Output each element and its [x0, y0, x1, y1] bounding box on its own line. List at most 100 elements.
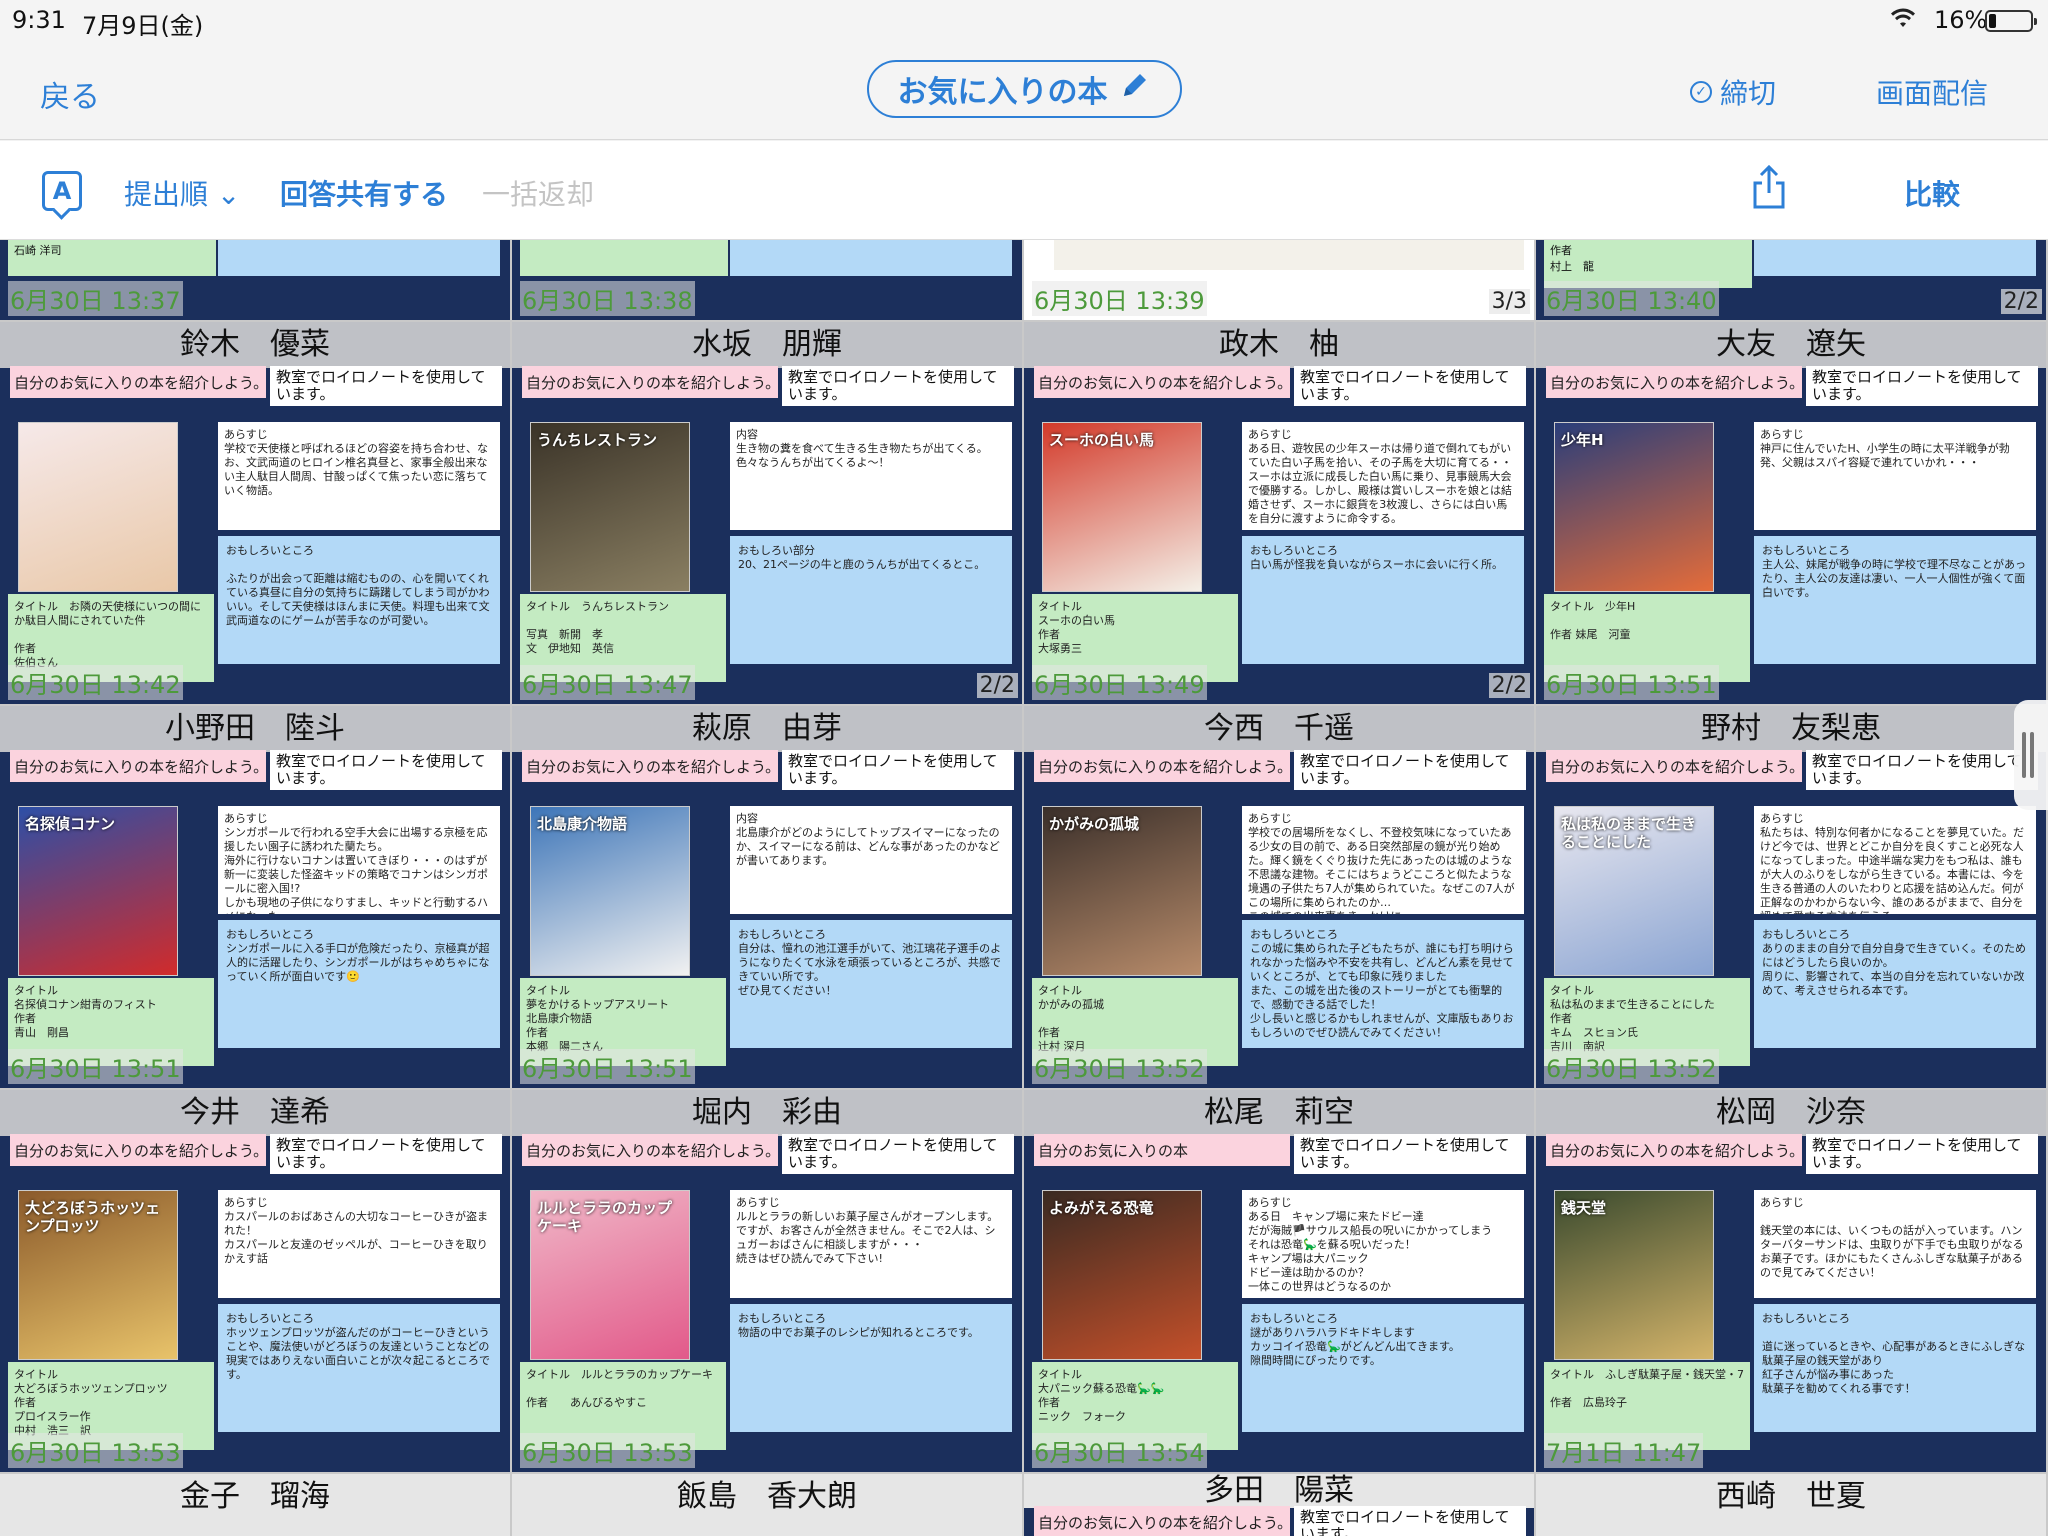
interesting-card: おもしろいところ ありのままの自分で自分自身で生きていく。そのためにはどうしたら… — [1754, 920, 2036, 1048]
prompt-card: 自分のお気に入りの本を紹介しよう。 — [522, 1134, 778, 1166]
submission-card[interactable]: 松岡 沙奈 自分のお気に入りの本を紹介しよう。 教室でロイロノートを使用しています。… — [1536, 1090, 2046, 1472]
submission-card[interactable]: 野村 友梨恵 自分のお気に入りの本を紹介しよう。 教室でロイロノートを使用しています… — [1536, 706, 2046, 1088]
submission-card-partial[interactable]: 6月30日 13:39 3/3 — [1024, 240, 1534, 320]
book-cover-image: うんちレストラン — [530, 422, 690, 592]
book-cover-image: 少年H — [1554, 422, 1714, 592]
student-name: 水坂 朋輝 — [512, 322, 1022, 368]
interesting-card: おもしろいところ 自分は、憧れの池江選手がいて、池江璃花子選手のようになりたくて… — [730, 920, 1012, 1048]
deadline-button[interactable]: ✓ 締切 — [1690, 72, 1776, 112]
prompt-card: 自分のお気に入りの本を紹介しよう。 — [522, 366, 778, 398]
book-cover-title: 北島康介物語 — [537, 815, 628, 833]
submission-grid: 石崎 洋司 6月30日 13:37 6月30日 13:38 6月30日 13:3… — [0, 240, 2048, 1536]
prompt-card: 自分のお気に入りの本を紹介しよう。 — [522, 750, 778, 782]
deadline-label: 締切 — [1720, 77, 1777, 110]
submission-card-partial[interactable]: 多田 陽菜 自分のお気に入りの本を紹介しよう。 教室でロイロノートを使用していま… — [1024, 1474, 1534, 1536]
submission-timestamp: 6月30日 13:51 — [8, 1049, 183, 1084]
submission-card-partial[interactable]: 6月30日 13:38 — [512, 240, 1022, 320]
book-cover-title: 少年H — [1561, 431, 1604, 449]
prompt-card: 自分のお気に入りの本を紹介しよう。 — [1546, 750, 1802, 782]
note-card: 教室でロイロノートを使用しています。 — [1806, 1134, 2038, 1174]
toolbar: A 提出順 ⌄ 回答共有する 一括返却 比較 — [0, 141, 2048, 240]
submission-timestamp: 6月30日 13:51 — [520, 1049, 695, 1084]
title-card: 石崎 洋司 — [8, 240, 216, 276]
interesting-card: おもしろいところ ふたりが出会って距離は縮むものの、心を開いてくれている真昼に自… — [218, 536, 500, 664]
text-format-icon[interactable]: A — [42, 171, 82, 211]
submission-card-partial[interactable]: 西崎 世夏 — [1536, 1474, 2046, 1536]
note-card: 教室でロイロノートを使用しています。 — [1806, 366, 2038, 406]
synopsis-card: あらすじ ルルとララの新しいお菓子屋さんがオープンします。ですが、お客さんが全然… — [730, 1190, 1012, 1298]
student-name: 西崎 世夏 — [1536, 1474, 2046, 1520]
interesting-card: おもしろいところ ホッツェンプロッツが盗んだのがコーヒーひきということや、魔法使… — [218, 1304, 500, 1432]
submission-card[interactable]: 鈴木 優菜 自分のお気に入りの本を紹介しよう。 教室でロイロノートを使用しています。… — [0, 322, 510, 704]
status-time: 9:31 — [12, 6, 66, 34]
title-card — [520, 240, 728, 276]
bulk-return-button[interactable]: 一括返却 — [482, 173, 594, 213]
note-card: 教室でロイロノートを使用しています。 — [782, 1134, 1014, 1174]
book-cover-title: よみがえる恐竜 — [1049, 1199, 1154, 1217]
submission-card[interactable]: 今井 達希 自分のお気に入りの本を紹介しよう。 教室でロイロノートを使用しています。… — [0, 1090, 510, 1472]
prompt-card: 自分のお気に入りの本を紹介しよう。 — [10, 366, 266, 398]
compare-button[interactable]: 比較 — [1904, 173, 1960, 213]
book-cover-image: 名探偵コナン — [18, 806, 178, 976]
book-cover-title: 私は私のままで生きることにした — [1561, 815, 1697, 851]
student-name: 松尾 莉空 — [1024, 1090, 1534, 1136]
book-cover-title: かがみの孤城 — [1049, 815, 1140, 833]
student-name: 萩原 由芽 — [512, 706, 1022, 752]
page-count: 2/2 — [2000, 289, 2042, 314]
student-name: 堀内 彩由 — [512, 1090, 1022, 1136]
submission-timestamp: 6月30日 13:49 — [1032, 665, 1207, 700]
navigation-bar: 戻る お気に入りの本 ✓ 締切 画面配信 — [0, 40, 2048, 140]
submission-card-partial[interactable]: 飯島 香大朗 — [512, 1474, 1022, 1536]
wifi-icon — [1890, 7, 1916, 35]
back-button[interactable]: 戻る — [40, 72, 100, 116]
submission-card-partial[interactable]: 石崎 洋司 6月30日 13:37 — [0, 240, 510, 320]
submission-timestamp: 6月30日 13:54 — [1032, 1433, 1207, 1468]
note-card: 教室でロイロノートを使用しています。 — [782, 750, 1014, 790]
sort-order-dropdown[interactable]: 提出順 ⌄ — [124, 173, 240, 213]
submission-card[interactable]: 小野田 陸斗 自分のお気に入りの本を紹介しよう。 教室でロイロノートを使用しています… — [0, 706, 510, 1088]
synopsis-card: あらすじ 私たちは、特別な何者かになることを夢見ていた。だけど今では、世界とどこ… — [1754, 806, 2036, 914]
page-count: 2/2 — [976, 673, 1018, 698]
submission-card[interactable]: 大友 遼矢 自分のお気に入りの本を紹介しよう。 教室でロイロノートを使用しています。… — [1536, 322, 2046, 704]
prompt-card: 自分のお気に入りの本を紹介しよう。 — [10, 750, 266, 782]
student-name: 大友 遼矢 — [1536, 322, 2046, 368]
book-cover-title: スーホの白い馬 — [1049, 431, 1155, 449]
student-name: 鈴木 優菜 — [0, 322, 510, 368]
assignment-title-button[interactable]: お気に入りの本 — [867, 60, 1182, 118]
share-answers-button[interactable]: 回答共有する — [280, 173, 448, 213]
submission-card[interactable]: 松尾 莉空 自分のお気に入りの本 教室でロイロノートを使用しています。 よみがえる恐竜… — [1024, 1090, 1534, 1472]
synopsis-card: 内容 生き物の糞を食べて生きる生き物たちが出てくる。色々なうんちが出てくるよ〜！ — [730, 422, 1012, 530]
note-card: 教室でロイロノートを使用しています。 — [270, 1134, 502, 1174]
submission-timestamp: 6月30日 13:40 — [1544, 281, 1719, 316]
submission-card-partial[interactable]: 金子 瑠海 — [0, 1474, 510, 1536]
note-card: 教室でロイロノートを使用しています。 — [1294, 1506, 1526, 1536]
submission-timestamp: 6月30日 13:38 — [520, 281, 695, 316]
synopsis-card: あらすじ ある日、遊牧民の少年スーホは帰り道で倒れてもがいていた白い子馬を拾い、… — [1242, 422, 1524, 530]
submission-card[interactable]: 今西 千遥 自分のお気に入りの本を紹介しよう。 教室でロイロノートを使用しています。… — [1024, 706, 1534, 1088]
synopsis-card: あらすじ 銭天堂の本には、いくつもの話が入っています。ハンターバターサンドは、虫… — [1754, 1190, 2036, 1298]
synopsis-card: あらすじ 学校で天使様と呼ばれるほどの容姿を持ち合わせ、なお、文武両道のヒロイン… — [218, 422, 500, 530]
prompt-card: 自分のお気に入りの本 — [1034, 1134, 1290, 1166]
submission-card[interactable]: 堀内 彩由 自分のお気に入りの本を紹介しよう。 教室でロイロノートを使用しています。… — [512, 1090, 1022, 1472]
synopsis-card: あらすじ カスパールのおばあさんの大切なコーヒーひきが盗まれた！ カスパールと友… — [218, 1190, 500, 1298]
submission-card[interactable]: 水坂 朋輝 自分のお気に入りの本を紹介しよう。 教室でロイロノートを使用しています。… — [512, 322, 1022, 704]
submission-card[interactable]: 萩原 由芽 自分のお気に入りの本を紹介しよう。 教室でロイロノートを使用しています。… — [512, 706, 1022, 1088]
submission-timestamp: 6月30日 13:47 — [520, 665, 695, 700]
share-export-icon[interactable] — [1752, 164, 1786, 209]
battery-percent: 16% — [1934, 6, 1988, 34]
note-card: 教室でロイロノートを使用しています。 — [270, 366, 502, 406]
book-cover-title: 銭天堂 — [1561, 1199, 1607, 1217]
book-cover-title: 大どろぼうホッツェンプロッツ — [25, 1199, 161, 1235]
submission-timestamp: 6月30日 13:53 — [8, 1433, 183, 1468]
submission-card-partial[interactable]: 作者 村上 龍 6月30日 13:40 2/2 — [1536, 240, 2046, 320]
screen-broadcast-button[interactable]: 画面配信 — [1876, 72, 1988, 112]
book-cover-image: 大どろぼうホッツェンプロッツ — [18, 1190, 178, 1360]
interesting-card: おもしろい部分 20、21ページの牛と鹿のうんちが出てくるとこ。 — [730, 536, 1012, 664]
book-cover-image: よみがえる恐竜 — [1042, 1190, 1202, 1360]
side-drawer-handle[interactable] — [2014, 700, 2048, 810]
prompt-card: 自分のお気に入りの本を紹介しよう。 — [1546, 366, 1802, 398]
student-name: 政木 柚 — [1024, 322, 1534, 368]
submission-card[interactable]: 政木 柚自分のお気に入りの本を紹介しよう。 教室でロイロノートを使用しています。ス… — [1024, 322, 1534, 704]
book-cover-title: ルルとララのカップケーキ — [537, 1199, 673, 1235]
submission-timestamp: 6月30日 13:52 — [1544, 1049, 1719, 1084]
